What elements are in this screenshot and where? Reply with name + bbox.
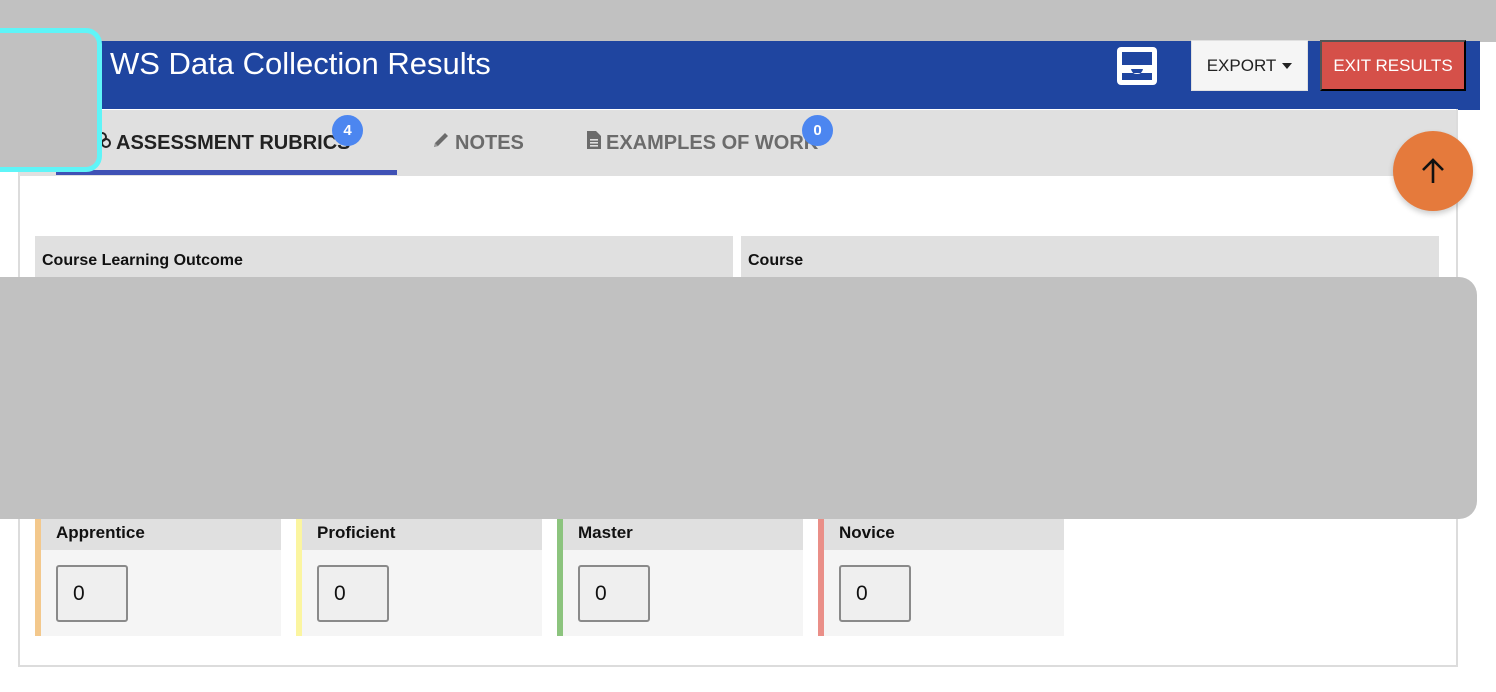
examples-count-badge: 0 — [802, 115, 833, 146]
tab-notes[interactable]: NOTES — [431, 110, 524, 176]
level-count-field[interactable]: 0 — [839, 565, 911, 622]
export-button[interactable]: EXPORT — [1191, 40, 1308, 91]
level-count-field[interactable]: 0 — [317, 565, 389, 622]
pencil-icon — [431, 130, 455, 156]
inbox-icon[interactable] — [1115, 45, 1159, 87]
tab-label: ASSESSMENT RUBRICS — [116, 131, 351, 154]
tab-label: EXAMPLES OF WORK — [606, 131, 819, 154]
tab-examples-of-work[interactable]: EXAMPLES OF WORK — [586, 110, 818, 176]
arrow-up-icon — [1422, 158, 1444, 183]
level-count-field[interactable]: 0 — [578, 565, 650, 622]
overlay-panel-left — [0, 28, 102, 172]
tab-label: NOTES — [455, 131, 524, 154]
level-count-field[interactable]: 0 — [56, 565, 128, 622]
caret-down-icon — [1282, 62, 1293, 69]
top-gray-bar — [0, 0, 1496, 42]
level-card-apprentice: Apprentice 0 — [35, 510, 281, 636]
overlay-panel-middle — [0, 277, 1477, 519]
tab-assessment-rubrics[interactable]: ASSESSMENT RUBRICS — [96, 110, 350, 176]
page-title: WS Data Collection Results — [110, 46, 491, 81]
level-card-proficient: Proficient 0 — [296, 510, 542, 636]
document-icon — [586, 130, 606, 156]
exit-results-button[interactable]: EXIT RESULTS — [1320, 40, 1466, 91]
active-tab-indicator — [56, 170, 397, 175]
level-card-novice: Novice 0 — [818, 510, 1064, 636]
scroll-to-top-button[interactable] — [1393, 131, 1473, 211]
rubrics-count-badge: 4 — [332, 115, 363, 146]
level-card-master: Master 0 — [557, 510, 803, 636]
export-button-label: EXPORT — [1206, 55, 1277, 75]
